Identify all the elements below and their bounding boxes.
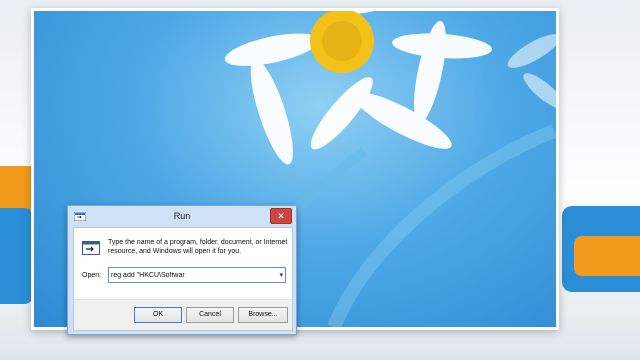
cancel-button[interactable]: Cancel xyxy=(186,307,234,323)
titlebar[interactable]: Run ✕ xyxy=(68,206,296,226)
open-label: Open: xyxy=(82,272,102,279)
chevron-down-icon[interactable]: ▾ xyxy=(279,271,283,279)
browse-button[interactable]: Browse... xyxy=(238,307,288,323)
dialog-content: Type the name of a program, folder, docu… xyxy=(73,227,293,331)
dialog-title: Run xyxy=(173,211,191,221)
button-bar: OK Cancel Browse... xyxy=(74,299,292,330)
open-input[interactable] xyxy=(111,269,271,281)
ok-button[interactable]: OK xyxy=(134,307,182,323)
dialog-description: Type the name of a program, folder, docu… xyxy=(108,239,288,255)
close-icon: ✕ xyxy=(277,211,285,221)
open-combobox[interactable]: ▾ xyxy=(108,267,286,283)
decorative-chair-blue xyxy=(0,208,34,304)
desktop-screen: Run ✕ Type the name of a program, folder… xyxy=(31,8,559,335)
decorative-chair-orange xyxy=(574,236,640,276)
run-dialog: Run ✕ Type the name of a program, folder… xyxy=(67,205,297,335)
run-icon xyxy=(82,241,100,255)
close-button[interactable]: ✕ xyxy=(270,208,292,224)
